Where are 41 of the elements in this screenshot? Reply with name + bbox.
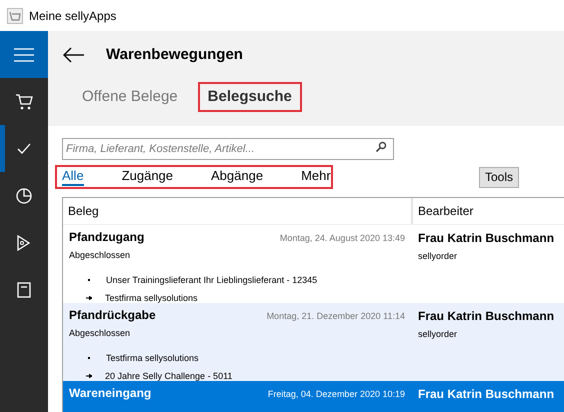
arrow-icon <box>86 296 92 300</box>
app-name: sellyorder <box>418 250 458 263</box>
document-date: Freitag, 04. Dezember 2020 10:19 <box>268 388 405 401</box>
filter-tab[interactable]: Abgänge <box>211 168 264 186</box>
book-icon <box>15 280 33 298</box>
filter-tab[interactable]: Zugänge <box>122 168 174 186</box>
tag-icon <box>15 234 33 252</box>
window-title: Meine sellyApps <box>29 8 116 24</box>
menu-button[interactable] <box>0 31 48 78</box>
table-row[interactable]: Wareneingang Freitag, 04. Dezember 2020 10:19 Frau Katrin Buschmann <box>63 381 564 412</box>
filter-tab[interactable]: Mehr <box>301 168 331 186</box>
column-header[interactable]: Beleg <box>63 202 411 220</box>
document-status: Abgeschlossen <box>69 327 132 340</box>
document-status: Abgeschlossen <box>69 249 132 262</box>
cart-icon <box>15 92 33 110</box>
arrow-icon <box>86 374 92 378</box>
tab[interactable]: Belegsuche <box>198 82 302 112</box>
document-title: Wareneingang <box>69 385 152 402</box>
app-logo-icon <box>7 8 23 24</box>
user-name: Frau Katrin Buschmann <box>418 386 556 403</box>
user-name: Frau Katrin Buschmann <box>418 230 556 247</box>
pie-chart-icon <box>15 186 33 204</box>
supplier-text: Testfirma sellysolutions <box>106 352 199 364</box>
supplier-text: Unser Trainingslieferant Ihr Lieblingslieferant - 12345 <box>106 274 318 286</box>
filter-tab[interactable]: Alle <box>62 168 84 186</box>
menu-icon <box>14 48 34 62</box>
back-arrow-icon <box>63 47 85 63</box>
user-name: Frau Katrin Buschmann <box>418 308 556 325</box>
document-title: Pfandrückgabe <box>69 307 156 324</box>
search-icon <box>375 141 387 153</box>
app-name: sellyorder <box>418 328 458 341</box>
search-field[interactable]: Firma, Lieferant, Kostenstelle, Artikel... <box>62 138 394 160</box>
table-row[interactable]: Pfandrückgabe Montag, 21. Dezember 2020 11:14 Abgeschlossen Testfirma sellysolutions 20 Jahre Selly Challenge - 5011 Frau Katrin Buschmann sellyorder <box>63 303 564 381</box>
recipient-text: Testfirma sellysolutions <box>105 292 198 304</box>
document-date: Montag, 24. August 2020 13:49 <box>280 232 405 245</box>
recipient-text: 20 Jahre Selly Challenge - 5011 <box>105 370 232 382</box>
tab[interactable]: Offene Belege <box>72 82 188 112</box>
tools-button[interactable]: Tools <box>479 166 520 188</box>
document-date: Montag, 21. Dezember 2020 11:14 <box>266 310 405 323</box>
page-title: Warenbewegungen <box>106 44 243 65</box>
document-title: Pfandzugang <box>69 229 144 246</box>
